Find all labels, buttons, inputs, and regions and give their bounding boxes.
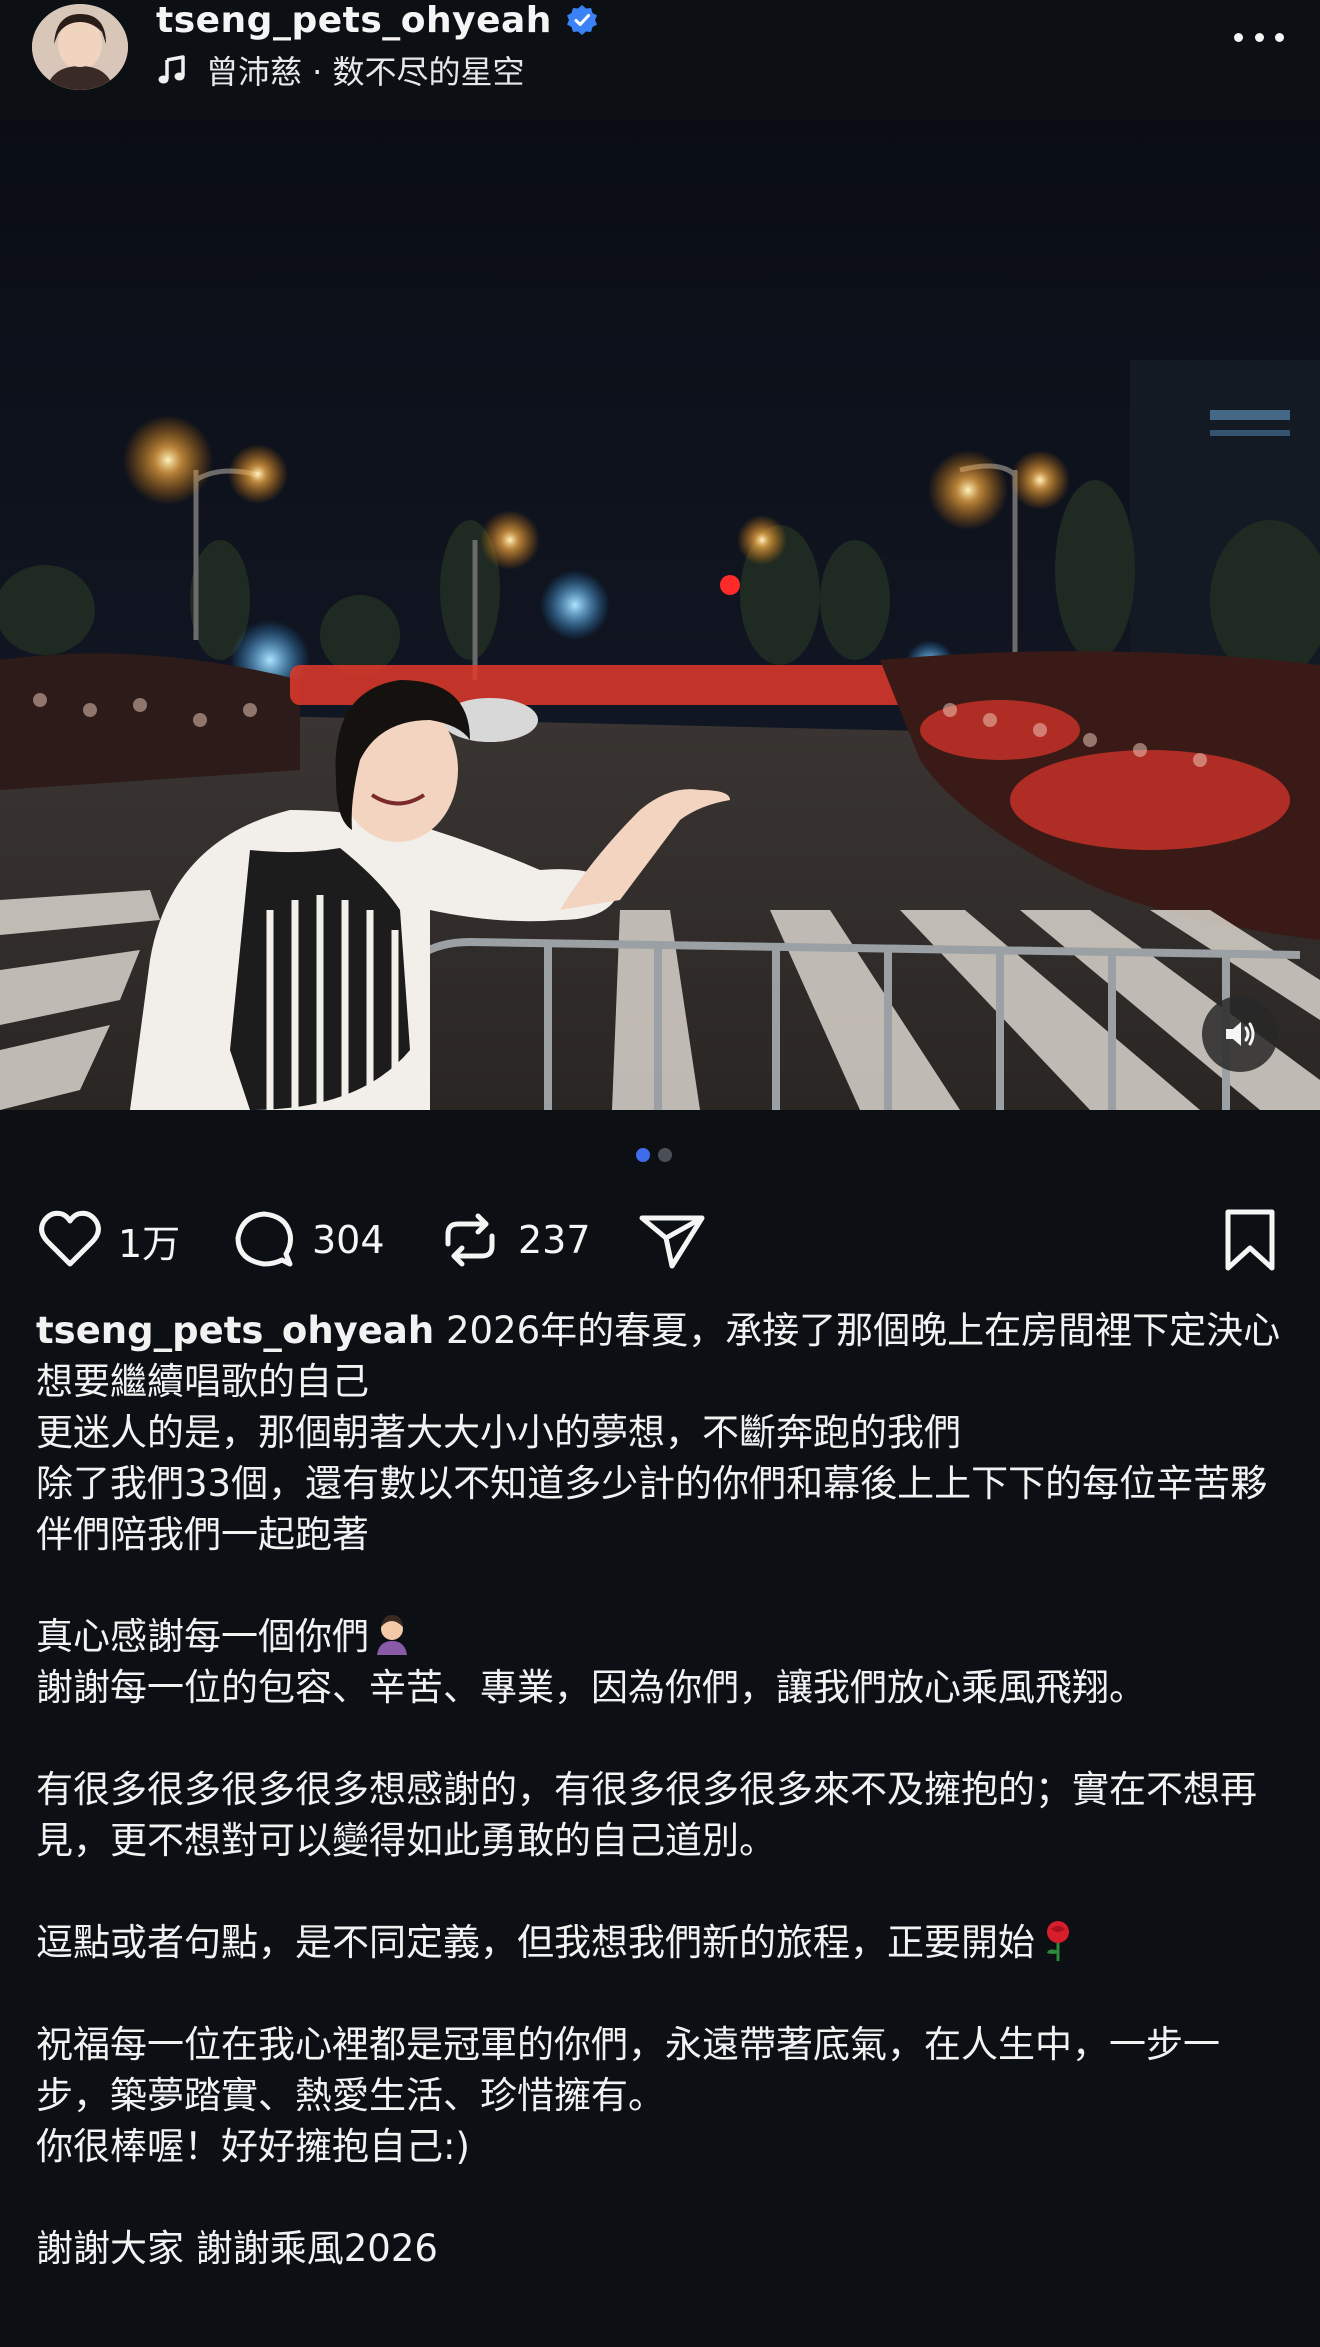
volume-icon — [1226, 1022, 1255, 1046]
carousel-dot-active — [636, 1148, 650, 1162]
heart-icon — [39, 1210, 101, 1267]
carousel-dot — [658, 1148, 672, 1162]
share-button[interactable] — [636, 1195, 708, 1285]
username[interactable]: tseng_pets_ohyeah — [156, 0, 552, 41]
comment-count: 304 — [312, 1218, 385, 1262]
caption-line: 真心感謝每一個你們 — [36, 1611, 1286, 1662]
send-icon — [639, 1215, 705, 1269]
volume-button[interactable] — [1202, 996, 1278, 1072]
comment-icon — [235, 1211, 293, 1267]
caption-line: 除了我們33個，還有數以不知道多少計的你們和幕後上上下下的每位辛苦夥伴們陪我們一… — [36, 1462, 1268, 1556]
action-bar: 1万 304 237 — [0, 1195, 1320, 1285]
caption-line: 逗點或者句點，是不同定義，但我想我們新的旅程，正要開始 — [36, 1917, 1286, 1968]
caption-line: 祝福每一位在我心裡都是冠軍的你們，永遠帶著底氣，在人生中，一步一步，築夢踏實、熱… — [36, 2023, 1220, 2117]
caption-line: 謝謝每一位的包容、辛苦、專業，因為你們，讓我們放心乘風飛翔。 — [36, 1666, 1146, 1709]
more-icon[interactable] — [1234, 22, 1284, 52]
caption-line: 有很多很多很多很多想感謝的，有很多很多很多來不及擁抱的；實在不想再見，更不想對可… — [36, 1768, 1257, 1862]
post-photo[interactable] — [0, 120, 1320, 1110]
repost-icon — [445, 1213, 495, 1267]
bowing-person-emoji-icon — [377, 1615, 407, 1655]
caption-line: 你很棒喔！好好擁抱自己:) — [36, 2125, 470, 2168]
carousel-indicator — [636, 1148, 672, 1162]
bookmark-button[interactable] — [1214, 1195, 1286, 1285]
caption-line: 更迷人的是，那個朝著大大小小的夢想，不斷奔跑的我們 — [36, 1411, 961, 1454]
repost-count: 237 — [518, 1218, 591, 1262]
verified-icon — [566, 5, 597, 35]
avatar[interactable] — [32, 4, 128, 90]
bookmark-icon — [1225, 1209, 1275, 1271]
caption-line: 謝謝大家 謝謝乘風2026 — [36, 2227, 438, 2270]
rose-emoji-icon — [1047, 1921, 1069, 1961]
post-caption: tseng_pets_ohyeah 2026年的春夏，承接了那個晚上在房間裡下定… — [36, 1305, 1286, 2274]
post-header: tseng_pets_ohyeah 曾沛慈 · 数不尽的星空 — [0, 0, 1320, 121]
like-button[interactable]: 1万 — [34, 1195, 180, 1285]
music-row[interactable]: 曾沛慈 · 数不尽的星空 — [156, 48, 525, 92]
music-title: 曾沛慈 · 数不尽的星空 — [206, 53, 525, 91]
repost-button[interactable]: 237 — [434, 1195, 591, 1285]
comment-button[interactable]: 304 — [228, 1195, 385, 1285]
caption-author[interactable]: tseng_pets_ohyeah — [36, 1309, 434, 1352]
music-note-icon — [158, 55, 185, 84]
caption-line: tseng_pets_ohyeah 2026年的春夏，承接了那個晚上在房間裡下定… — [36, 1309, 1281, 1403]
username-row[interactable]: tseng_pets_ohyeah — [156, 0, 598, 41]
like-count: 1万 — [118, 1221, 181, 1266]
